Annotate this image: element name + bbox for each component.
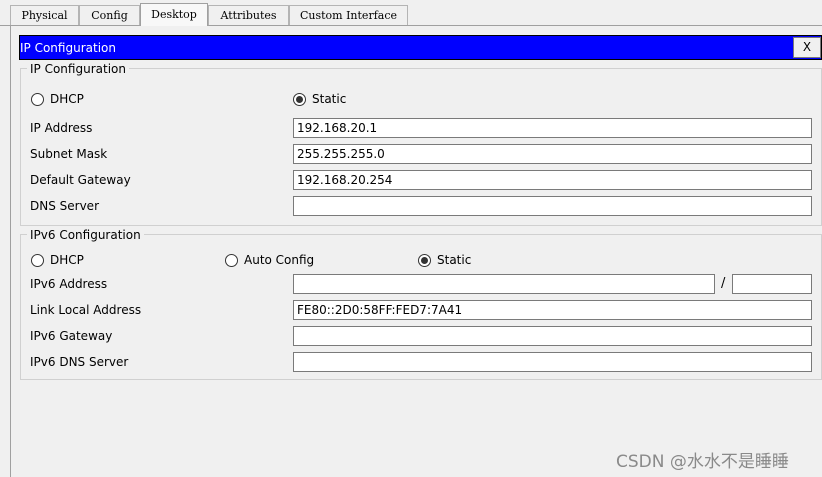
ip-address-label: IP Address xyxy=(30,121,93,135)
ip-address-input[interactable]: 192.168.20.1 xyxy=(293,118,812,138)
ipv4-config-group: IP Configuration DHCP Static IP Address … xyxy=(20,62,822,226)
panel-border xyxy=(10,26,11,477)
ipv6-address-input[interactable] xyxy=(293,274,715,294)
ipv6-static-label[interactable]: Static xyxy=(437,253,471,267)
default-gateway-input[interactable]: 192.168.20.254 xyxy=(293,170,812,190)
ipv6-dns-server-label: IPv6 DNS Server xyxy=(30,355,129,369)
ipv6-gateway-input[interactable] xyxy=(293,326,812,346)
link-local-address-input[interactable]: FE80::2D0:58FF:FED7:7A41 xyxy=(293,300,812,320)
ip-configuration-titlebar: IP Configuration X xyxy=(19,35,822,60)
radio-selected-dot xyxy=(421,257,428,264)
tab-desktop[interactable]: Desktop xyxy=(140,3,208,26)
ipv6-legend: IPv6 Configuration xyxy=(27,228,144,242)
link-local-address-label: Link Local Address xyxy=(30,303,142,317)
prefix-separator: / xyxy=(721,276,726,291)
radio-selected-dot xyxy=(296,96,303,103)
default-gateway-label: Default Gateway xyxy=(30,173,131,187)
tab-physical[interactable]: Physical xyxy=(10,5,79,25)
tab-custom-interface[interactable]: Custom Interface xyxy=(289,5,408,25)
ipv4-static-radio[interactable] xyxy=(293,93,306,106)
dns-server-input[interactable] xyxy=(293,196,812,216)
watermark: CSDN @水水不是睡睡 xyxy=(616,452,789,472)
ipv4-dhcp-radio[interactable] xyxy=(31,93,44,106)
ipv6-static-radio[interactable] xyxy=(418,254,431,267)
ipv6-prefix-input[interactable] xyxy=(732,274,812,294)
ipv4-dhcp-label[interactable]: DHCP xyxy=(50,92,84,106)
ipv4-static-label[interactable]: Static xyxy=(312,92,346,106)
subnet-mask-input[interactable]: 255.255.255.0 xyxy=(293,144,812,164)
tab-config[interactable]: Config xyxy=(79,5,140,25)
subnet-mask-label: Subnet Mask xyxy=(30,147,108,161)
ipv6-config-group: IPv6 Configuration DHCP Auto Config Stat… xyxy=(20,228,822,380)
ipv6-dns-server-input[interactable] xyxy=(293,352,812,372)
window-title: IP Configuration xyxy=(20,41,116,55)
tab-attributes[interactable]: Attributes xyxy=(208,5,289,25)
ipv4-legend: IP Configuration xyxy=(27,62,129,76)
ipv6-dhcp-label[interactable]: DHCP xyxy=(50,253,84,267)
tab-strip-divider xyxy=(0,25,822,26)
ipv6-dhcp-radio[interactable] xyxy=(31,254,44,267)
ipv6-gateway-label: IPv6 Gateway xyxy=(30,329,113,343)
close-button[interactable]: X xyxy=(793,37,821,58)
ipv6-auto-config-radio[interactable] xyxy=(225,254,238,267)
ipv6-address-label: IPv6 Address xyxy=(30,277,108,291)
tab-strip: Physical Config Desktop Attributes Custo… xyxy=(0,0,822,26)
ipv6-auto-config-label[interactable]: Auto Config xyxy=(244,253,314,267)
dns-server-label: DNS Server xyxy=(30,199,99,213)
